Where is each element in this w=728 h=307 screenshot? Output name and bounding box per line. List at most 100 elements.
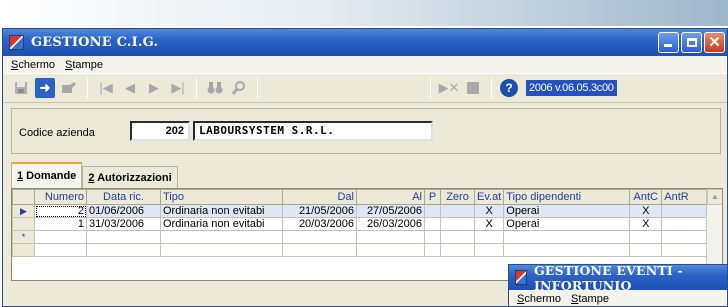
minimize-button[interactable] (658, 32, 679, 53)
cell-al[interactable]: 27/05/2006 (356, 204, 425, 218)
column-header[interactable]: Zero (440, 189, 475, 205)
previous-record-icon[interactable]: ◀ (120, 78, 140, 98)
menu-stampe[interactable]: Stampe (65, 59, 103, 71)
minimize-icon (664, 44, 672, 47)
cell-antc[interactable]: X (629, 217, 663, 231)
new-row-marker[interactable]: * (12, 230, 35, 244)
cell-antr[interactable] (661, 217, 709, 231)
empty-cell[interactable] (661, 230, 709, 244)
cell-al[interactable]: 26/03/2006 (356, 217, 425, 231)
column-header[interactable]: Al (356, 189, 425, 205)
window-controls: ✕ (658, 32, 727, 53)
tab-autorizzazioni[interactable]: 2 Autorizzazioni (82, 166, 178, 188)
empty-cell[interactable] (160, 230, 283, 244)
table-row[interactable]: ▶ 2 01/06/2006 Ordinaria non evitabi 21/… (12, 204, 709, 218)
current-row-marker[interactable]: ▶ (12, 204, 35, 218)
second-window[interactable]: GESTIONE EVENTI - INFORTUNIO Schermo Sta… (508, 264, 728, 307)
tab-strip: 1 Domande 2 Autorizzazioni (11, 162, 178, 188)
cell-zero[interactable] (440, 217, 475, 231)
codice-azienda-panel: Codice azienda 202 LABOURSYSTEM S.R.L. (11, 108, 721, 154)
binoculars-icon[interactable] (205, 78, 225, 98)
close-icon: ✕ (708, 34, 721, 51)
cell-numero[interactable]: 1 (34, 217, 87, 231)
table-header-row: Numero Data ric. Tipo Dal Al P Zero Ev.a… (12, 189, 709, 205)
app-icon (9, 35, 24, 50)
row-selector-header (12, 189, 35, 205)
new-row[interactable]: * (12, 230, 709, 244)
empty-cell[interactable] (424, 230, 441, 244)
toolbar-separator (87, 78, 88, 98)
scroll-up-icon[interactable]: ▲ (707, 189, 722, 205)
maximize-button[interactable] (681, 32, 702, 53)
search-icon[interactable] (229, 78, 249, 98)
empty-cell[interactable] (356, 230, 425, 244)
empty-cell[interactable] (629, 230, 663, 244)
edit-icon[interactable] (59, 78, 79, 98)
cell-ev-at[interactable]: X (473, 217, 505, 231)
app-icon (515, 270, 527, 285)
table-row[interactable]: 1 31/03/2006 Ordinaria non evitabi 20/03… (12, 217, 709, 231)
empty-cell[interactable] (34, 230, 87, 244)
tab-autorizzazioni-label: 2 Autorizzazioni (88, 171, 172, 184)
cell-p[interactable] (424, 204, 441, 218)
cell-data-ric[interactable]: 31/03/2006 (86, 217, 161, 231)
main-menubar: Schermo Stampe (3, 56, 727, 73)
cell-tipo[interactable]: Ordinaria non evitabi (160, 204, 283, 218)
filler-row (12, 243, 709, 257)
cell-dal[interactable]: 20/03/2006 (282, 217, 357, 231)
domande-table: Numero Data ric. Tipo Dal Al P Zero Ev.a… (12, 189, 709, 257)
toolbar-separator (430, 78, 431, 98)
toolbar-separator (196, 78, 197, 98)
toolbar-separator (491, 78, 492, 98)
menu-schermo[interactable]: Schermo (11, 59, 55, 71)
main-titlebar[interactable]: GESTIONE C.I.G. ✕ (3, 29, 727, 56)
delete-record-icon[interactable]: ▶✕ (439, 78, 460, 98)
column-header[interactable]: Tipo dipendenti (503, 189, 631, 205)
desktop-background-band (0, 0, 728, 26)
cell-numero[interactable]: 2 (34, 204, 87, 218)
toolbar-separator (257, 78, 258, 98)
cell-data-ric[interactable]: 01/06/2006 (86, 204, 161, 218)
last-record-icon[interactable]: ▶| (168, 78, 188, 98)
tab-domande-label: 1 Domande (17, 170, 77, 182)
stop-icon[interactable] (463, 78, 483, 98)
menu-stampe[interactable]: Stampe (571, 293, 609, 305)
maximize-icon (687, 38, 697, 47)
column-header[interactable]: AntR (661, 189, 709, 205)
empty-cell[interactable] (86, 230, 161, 244)
empty-cell[interactable] (440, 230, 475, 244)
row-selector[interactable] (12, 217, 35, 231)
back-icon[interactable]: ➜ (35, 78, 55, 98)
next-record-icon[interactable]: ▶ (144, 78, 164, 98)
column-header[interactable]: AntC (629, 189, 663, 205)
cell-dal[interactable]: 21/05/2006 (282, 204, 357, 218)
cell-tipo[interactable]: Ordinaria non evitabi (160, 217, 283, 231)
codice-azienda-label: Codice azienda (19, 127, 95, 139)
cell-antc[interactable]: X (629, 204, 663, 218)
cell-antr[interactable] (661, 204, 709, 218)
cell-ev-at[interactable]: X (473, 204, 505, 218)
cell-tipo-dipendenti[interactable]: Operai (503, 204, 631, 218)
empty-cell[interactable] (282, 230, 357, 244)
codice-azienda-field[interactable]: 202 (130, 121, 190, 141)
column-header[interactable]: Numero (34, 189, 87, 205)
menu-schermo[interactable]: Schermo (517, 293, 561, 305)
second-window-title: GESTIONE EVENTI - INFORTUNIO (534, 264, 683, 293)
cell-zero[interactable] (440, 204, 475, 218)
column-header[interactable]: Dal (282, 189, 357, 205)
empty-cell[interactable] (473, 230, 505, 244)
column-header[interactable]: P (424, 189, 441, 205)
cell-tipo-dipendenti[interactable]: Operai (503, 217, 631, 231)
column-header[interactable]: Tipo (160, 189, 283, 205)
column-header[interactable]: Ev.at (473, 189, 505, 205)
help-icon[interactable]: ? (500, 79, 518, 97)
toolbar: ➜ |◀ ◀ ▶ ▶| ▶✕ ? 2006 v.06.05.3c00 (3, 73, 727, 103)
empty-cell[interactable] (503, 230, 631, 244)
second-titlebar[interactable]: GESTIONE EVENTI - INFORTUNIO (509, 264, 727, 293)
column-header[interactable]: Data ric. (86, 189, 161, 205)
tab-domande[interactable]: 1 Domande (11, 162, 83, 188)
first-record-icon[interactable]: |◀ (96, 78, 116, 98)
cell-p[interactable] (424, 217, 441, 231)
close-button[interactable]: ✕ (704, 32, 725, 53)
save-icon[interactable] (11, 78, 31, 98)
